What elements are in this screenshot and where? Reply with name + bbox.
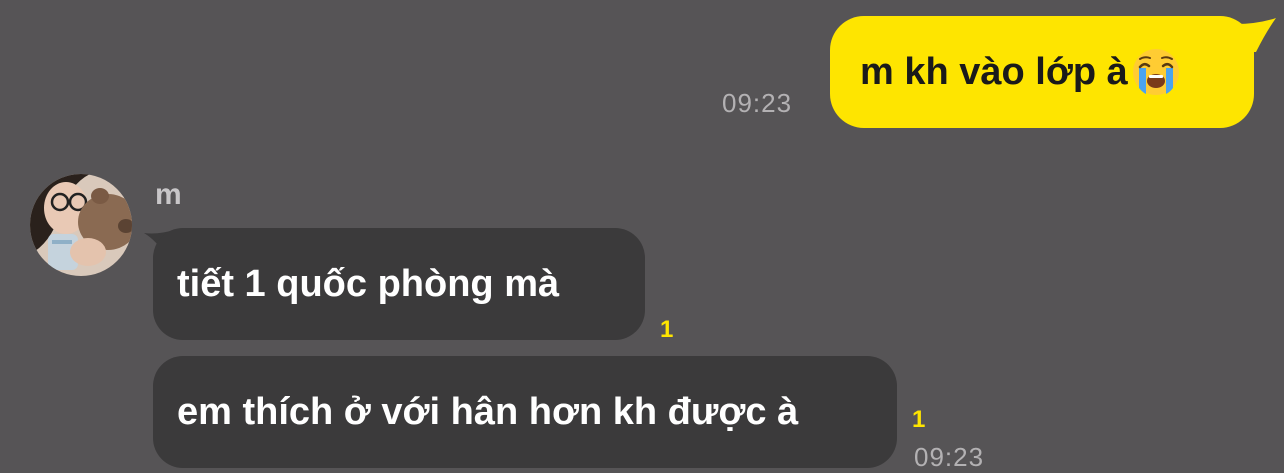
outgoing-timestamp: 09:23 (722, 88, 793, 118)
chat-view: 09:23 m kh vào lớp à m tiết 1 quốc phòng… (0, 0, 1284, 472)
outgoing-message-bubble[interactable]: m kh vào lớp à (830, 16, 1254, 128)
outgoing-message-label: m kh vào lớp à (860, 50, 1128, 93)
avatar-photo-icon (30, 174, 132, 276)
outgoing-message-text: m kh vào lớp à (860, 46, 1182, 98)
incoming-message-bubble[interactable]: em thích ở với hân hơn kh được à (153, 356, 897, 468)
incoming-message-bubble[interactable]: tiết 1 quốc phòng mà (153, 228, 645, 340)
unread-count-badge: 1 (912, 406, 926, 433)
sender-name: m (155, 178, 182, 211)
sender-avatar[interactable] (30, 174, 132, 276)
incoming-message-text: em thích ở với hân hơn kh được à (177, 390, 799, 433)
unread-count-badge: 1 (660, 316, 674, 343)
loudly-crying-face-emoji-icon (1132, 49, 1179, 95)
incoming-message-text: tiết 1 quốc phòng mà (177, 262, 560, 305)
incoming-timestamp: 09:23 (914, 442, 985, 472)
